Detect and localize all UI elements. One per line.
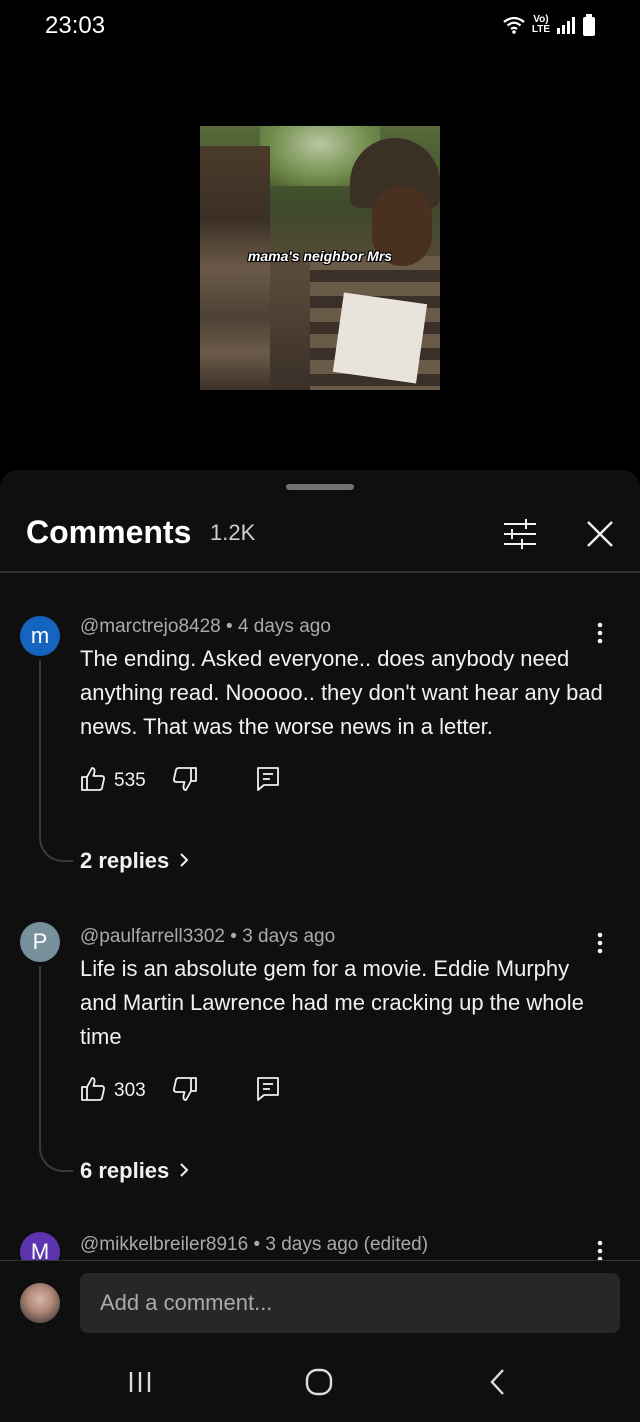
comment-meta: @marctrejo8428 • 4 days ago <box>80 616 331 637</box>
like-button[interactable]: 535 <box>80 766 146 797</box>
comments-title: Comments <box>26 514 192 550</box>
video-player[interactable]: mama's neighbor Mrs <box>0 52 640 472</box>
status-icons: Vo) LTE <box>502 14 596 36</box>
reply-icon[interactable] <box>256 766 280 797</box>
thumbs-down-icon[interactable] <box>172 1076 198 1107</box>
comment-item: M @mikkelbreiler8916 • 3 days ago (edite… <box>0 1230 640 1260</box>
status-time: 23:03 <box>45 12 106 39</box>
avatar[interactable]: m <box>20 616 60 656</box>
system-nav-bar <box>0 1344 640 1422</box>
like-count: 303 <box>114 1080 146 1101</box>
comment-text: The ending. Asked everyone.. does anybod… <box>80 646 603 739</box>
replies-label: 2 replies <box>80 848 170 873</box>
thumbs-up-icon <box>80 1076 106 1107</box>
view-replies-button[interactable]: 6 replies <box>80 1158 189 1184</box>
thread-line <box>39 966 73 1172</box>
video-figure-left <box>200 146 270 390</box>
lte-label: LTE <box>531 24 550 35</box>
thumbs-up-icon <box>80 766 106 797</box>
thread-line <box>39 660 73 862</box>
add-comment-input[interactable] <box>80 1273 620 1333</box>
recent-apps-icon[interactable] <box>120 1364 160 1400</box>
comment-item: m @marctrejo8428 • 4 days ago The ending… <box>0 610 640 880</box>
comment-meta: @paulfarrell3302 • 3 days ago <box>80 926 336 947</box>
user-avatar <box>20 1283 60 1323</box>
more-options-icon[interactable] <box>588 1236 612 1260</box>
avatar[interactable]: M <box>20 1232 60 1260</box>
battery-icon <box>582 14 596 36</box>
replies-label: 6 replies <box>80 1158 170 1183</box>
network-type: Vo) LTE <box>532 15 550 35</box>
thumbs-down-icon[interactable] <box>172 766 198 797</box>
comment-actions: 535 <box>80 766 280 796</box>
reply-icon[interactable] <box>256 1076 280 1107</box>
comment-item: P @paulfarrell3302 • 3 days ago Life is … <box>0 920 640 1190</box>
back-icon[interactable] <box>478 1364 518 1400</box>
close-icon[interactable] <box>580 514 620 554</box>
avatar[interactable]: P <box>20 922 60 962</box>
chevron-right-icon <box>179 1158 189 1184</box>
video-thumbnail: mama's neighbor Mrs <box>200 126 440 390</box>
comments-header: Comments 1.2K <box>0 500 640 572</box>
header-divider <box>0 571 640 573</box>
video-caption: mama's neighbor Mrs <box>247 248 393 264</box>
comment-text: Life is an absolute gem for a movie. Edd… <box>80 956 584 1049</box>
home-icon[interactable] <box>299 1364 339 1400</box>
add-comment-bar <box>0 1260 640 1344</box>
chevron-right-icon <box>179 848 189 874</box>
like-count: 535 <box>114 770 146 791</box>
comment-meta: @mikkelbreiler8916 • 3 days ago (edited) <box>80 1234 429 1255</box>
drag-handle[interactable] <box>286 484 354 490</box>
filter-icon[interactable] <box>500 514 540 554</box>
view-replies-button[interactable]: 2 replies <box>80 848 189 874</box>
status-bar: 23:03 Vo) LTE <box>0 0 640 52</box>
signal-icon <box>556 16 576 34</box>
comments-count: 1.2K <box>210 520 256 545</box>
like-button[interactable]: 303 <box>80 1076 146 1107</box>
comment-actions: 303 <box>80 1076 280 1106</box>
wifi-icon <box>502 15 526 35</box>
video-letter <box>332 292 428 384</box>
